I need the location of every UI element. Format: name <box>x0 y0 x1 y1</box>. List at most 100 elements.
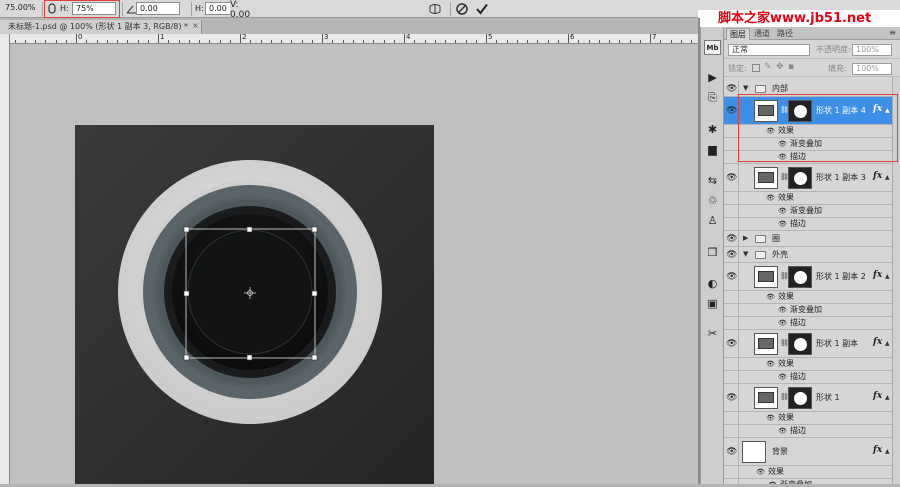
layer-background[interactable]: 👁 背景 fx ▲ <box>724 438 892 466</box>
collapse-effects-icon[interactable]: ▲ <box>885 273 890 280</box>
ruler-number: 4 <box>406 34 411 41</box>
ruler-tick <box>127 40 129 43</box>
effect-stroke[interactable]: 👁 描边 <box>724 371 892 384</box>
layer-shape-1[interactable]: 👁 ⛓ 形状 1 fx ▲ <box>724 384 892 412</box>
effect-eye-icon[interactable]: 👁 <box>778 220 787 228</box>
separator <box>122 2 123 16</box>
effects-row[interactable]: 👁 效果 <box>724 192 892 205</box>
lock-all-icon[interactable]: ▪ <box>788 62 794 72</box>
fx-icon[interactable]: fx <box>873 171 882 181</box>
effects-label: 效果 <box>778 193 794 202</box>
fx-icon[interactable]: fx <box>873 270 882 280</box>
effect-stroke[interactable]: 👁 描边 <box>724 218 892 231</box>
lock-row: 锁定: ✎ ✥ ▪ 填充: 100% <box>724 60 900 77</box>
effect-stroke[interactable]: 👁 描边 <box>724 317 892 330</box>
ruler-tick <box>178 40 180 43</box>
collapse-effects-icon[interactable]: ▲ <box>885 448 890 455</box>
effect-eye-icon[interactable]: 👁 <box>778 207 787 215</box>
history-icon[interactable]: ⎘ <box>704 90 721 105</box>
brush-presets-icon[interactable]: ✱ <box>704 122 721 137</box>
collapse-effects-icon[interactable]: ▲ <box>885 174 890 181</box>
zoom-value-field[interactable]: 75.00% <box>2 2 40 15</box>
visibility-eye-icon[interactable]: 👁 <box>726 271 737 283</box>
styles-icon[interactable]: ▣ <box>704 296 721 311</box>
layer-shape-copy-2[interactable]: 👁 ⛓ 形状 1 副本 2 fx ▲ <box>724 263 892 291</box>
visibility-eye-icon[interactable]: 👁 <box>726 105 737 117</box>
transform-handle <box>246 354 253 361</box>
fill-input[interactable]: 100% <box>852 63 892 75</box>
layer-group-ring[interactable]: 👁 ▶ 圈 <box>724 231 892 247</box>
effect-eye-icon[interactable]: 👁 <box>778 319 787 327</box>
effect-gradient-overlay[interactable]: 👁 渐变叠加 <box>724 479 892 484</box>
blend-mode-select[interactable]: 正常 <box>728 44 810 56</box>
tools-icon[interactable]: ✂ <box>704 326 721 341</box>
play-actions-icon[interactable]: ▶ <box>704 70 721 85</box>
effect-stroke[interactable]: 👁 描边 <box>724 425 892 438</box>
effects-row[interactable]: 👁 效果 <box>724 291 892 304</box>
document-tab[interactable]: 未标题-1.psd @ 100% (形状 1 副本 3, RGB/8) * <box>0 20 202 34</box>
visibility-eye-icon[interactable]: 👁 <box>726 172 737 184</box>
lock-pixels-icon[interactable]: ✎ <box>764 62 772 72</box>
lock-transparency-icon[interactable] <box>752 64 760 72</box>
effects-eye-icon[interactable]: 👁 <box>766 360 775 368</box>
effects-eye-icon[interactable]: 👁 <box>766 293 775 301</box>
visibility-eye-icon[interactable]: 👁 <box>726 338 737 350</box>
mini-bridge-icon[interactable]: Mb <box>704 40 721 55</box>
layer-comps-icon[interactable]: ❐ <box>704 245 721 260</box>
warp-mode-icon[interactable] <box>428 1 442 16</box>
tab-paths[interactable]: 路径 <box>774 28 796 40</box>
effects-row[interactable]: 👁 效果 <box>724 466 892 479</box>
layer-shape-copy[interactable]: 👁 ⛓ 形状 1 副本 fx ▲ <box>724 330 892 358</box>
fx-icon[interactable]: fx <box>873 445 882 455</box>
effects-eye-icon[interactable]: 👁 <box>756 468 765 476</box>
tab-channels[interactable]: 通道 <box>751 28 773 40</box>
layer-name: 形状 1 <box>816 393 840 402</box>
document-canvas[interactable] <box>75 125 434 484</box>
visibility-eye-icon[interactable]: 👁 <box>726 249 737 261</box>
masks-icon[interactable]: ◐ <box>704 276 721 291</box>
group-expand-icon[interactable]: ▼ <box>743 250 748 258</box>
ruler-tick <box>650 34 651 43</box>
group-collapse-icon[interactable]: ▶ <box>743 234 748 242</box>
ruler-tick <box>55 40 57 43</box>
layer-group-shell[interactable]: 👁 ▼ 外壳 <box>724 247 892 263</box>
layer-name: 背景 <box>772 447 788 456</box>
fx-icon[interactable]: fx <box>873 391 882 401</box>
canvas-area[interactable] <box>10 44 698 484</box>
adjustments-icon[interactable]: ⇆ <box>704 173 721 188</box>
group-expand-icon[interactable]: ▼ <box>743 84 748 92</box>
angle-input[interactable]: 0.00 <box>136 2 180 15</box>
visibility-eye-icon[interactable]: 👁 <box>726 83 737 95</box>
opacity-input[interactable]: 100% <box>852 44 892 56</box>
clone-source-icon[interactable]: ♲ <box>704 193 721 208</box>
visibility-eye-icon[interactable]: 👁 <box>726 233 737 245</box>
fx-icon[interactable]: fx <box>873 337 882 347</box>
image-icon[interactable]: ▆ <box>704 142 721 157</box>
effects-row[interactable]: 👁 效果 <box>724 358 892 371</box>
effects-eye-icon[interactable]: 👁 <box>766 414 775 422</box>
ruler-tick <box>424 40 426 43</box>
panel-menu-icon[interactable]: ≡ <box>889 28 896 37</box>
collapse-effects-icon[interactable]: ▲ <box>885 394 890 401</box>
ruler-tick <box>455 40 457 43</box>
lock-position-icon[interactable]: ✥ <box>776 62 784 72</box>
visibility-eye-icon[interactable]: 👁 <box>726 392 737 404</box>
close-tab-icon[interactable]: × <box>192 21 199 30</box>
effect-eye-icon[interactable]: 👁 <box>778 373 787 381</box>
effects-eye-icon[interactable]: 👁 <box>766 194 775 202</box>
visibility-eye-icon[interactable]: 👁 <box>726 446 737 458</box>
collapse-effects-icon[interactable]: ▲ <box>885 340 890 347</box>
tab-layers[interactable]: 图层 <box>726 28 750 40</box>
stamp-icon[interactable]: ♙ <box>704 213 721 228</box>
effect-eye-icon[interactable]: 👁 <box>778 306 787 314</box>
effect-gradient-overlay[interactable]: 👁 渐变叠加 <box>724 205 892 218</box>
fill-label: 填充: <box>828 64 847 73</box>
ruler-tick <box>352 40 354 43</box>
effects-row[interactable]: 👁 效果 <box>724 412 892 425</box>
effect-label: 渐变叠加 <box>790 305 822 314</box>
layer-shape-copy-3[interactable]: 👁 ⛓ 形状 1 副本 3 fx ▲ <box>724 164 892 192</box>
cancel-transform-icon[interactable] <box>455 1 469 16</box>
effect-eye-icon[interactable]: 👁 <box>778 427 787 435</box>
effect-gradient-overlay[interactable]: 👁 渐变叠加 <box>724 304 892 317</box>
commit-transform-icon[interactable] <box>475 1 489 16</box>
